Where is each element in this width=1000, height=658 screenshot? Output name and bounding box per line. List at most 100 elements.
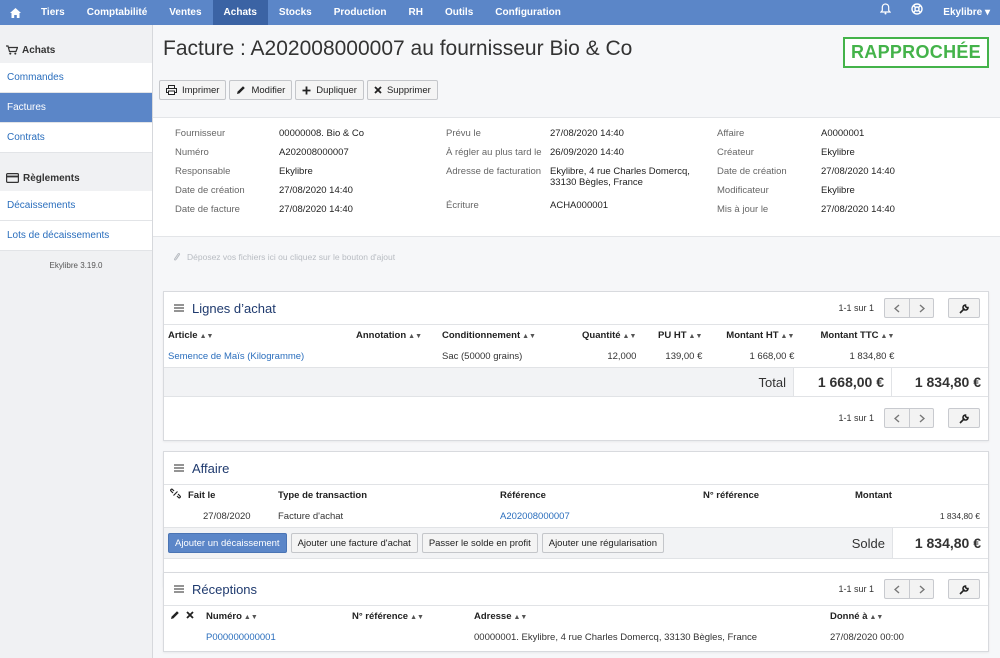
chevron-right-icon bbox=[919, 413, 925, 423]
sidebar-section-reglements: Règlements bbox=[0, 165, 152, 191]
add-regularisation-button[interactable]: Ajouter une régularisation bbox=[541, 533, 664, 553]
chevron-right-icon bbox=[919, 303, 925, 313]
affair-panel: Affaire Fait le Type de transaction Réfé… bbox=[163, 451, 989, 587]
settings-button[interactable] bbox=[948, 579, 980, 599]
sidebar-item-decaissements[interactable]: Décaissements bbox=[0, 191, 152, 221]
nav-item-configuration[interactable]: Configuration bbox=[484, 0, 572, 25]
ref-cell bbox=[352, 626, 474, 648]
field-label: Date de facture bbox=[175, 204, 240, 215]
file-dropzone[interactable]: Déposez vos fichiers ici ou cliquez sur … bbox=[173, 252, 395, 262]
delete-button[interactable]: Supprimer bbox=[366, 80, 438, 100]
reference-link[interactable]: A202008000007 bbox=[500, 505, 703, 527]
type-cell: Facture d'achat bbox=[278, 510, 344, 522]
top-nav: Tiers Comptabilité Ventes Achats Stocks … bbox=[0, 0, 1000, 25]
chevron-right-icon bbox=[919, 584, 925, 594]
next-page-button[interactable] bbox=[909, 580, 933, 598]
reception-number-link[interactable]: P000000000001 bbox=[206, 626, 352, 648]
address-line-2: 33130 Bègles, France bbox=[550, 177, 643, 188]
journal-entry-link[interactable]: ACHA000001 bbox=[550, 200, 608, 211]
balance-label: Solde bbox=[851, 535, 885, 551]
unit-price-cell: 139,00 € bbox=[665, 350, 703, 362]
nav-item-achats[interactable]: Achats bbox=[212, 0, 268, 25]
wrench-icon bbox=[958, 584, 969, 595]
pagination-info: 1-1 sur 1 bbox=[838, 303, 874, 313]
duplicate-button[interactable]: Dupliquer bbox=[295, 80, 364, 100]
nav-item-outils[interactable]: Outils bbox=[434, 0, 484, 25]
column-header[interactable]: Donné à ▲▼ bbox=[830, 606, 988, 626]
field-label: Fournisseur bbox=[175, 128, 226, 139]
pencil-icon[interactable] bbox=[170, 610, 180, 620]
supplier-link[interactable]: 00000008. Bio & Co bbox=[279, 128, 364, 139]
field-value: A202008000007 bbox=[279, 147, 349, 158]
chevron-left-icon bbox=[894, 303, 900, 313]
column-header[interactable]: N° référence ▲▼ bbox=[352, 606, 474, 626]
panel-header: Réceptions 1-1 sur 1 bbox=[164, 573, 988, 606]
affair-link[interactable]: A0000001 bbox=[821, 128, 864, 139]
amount-ttc-cell: 1 834,80 € bbox=[849, 350, 895, 362]
field-label: Écriture bbox=[446, 200, 479, 211]
column-header[interactable]: Annotation ▲▼ bbox=[356, 325, 442, 345]
field-value: 27/08/2020 14:40 bbox=[821, 166, 895, 177]
field-value: 27/08/2020 14:40 bbox=[550, 128, 624, 139]
column-header[interactable]: Adresse ▲▼ bbox=[474, 606, 830, 626]
settings-button[interactable] bbox=[948, 408, 980, 428]
next-page-button[interactable] bbox=[909, 299, 933, 317]
pagination-info: 1-1 sur 1 bbox=[838, 413, 874, 423]
edit-label: Modifier bbox=[251, 84, 286, 96]
settings-button[interactable] bbox=[948, 298, 980, 318]
pagination-bottom: 1-1 sur 1 bbox=[838, 408, 980, 428]
nav-item-stocks[interactable]: Stocks bbox=[268, 0, 323, 25]
user-menu[interactable]: Ekylibre ▾ bbox=[933, 0, 1000, 25]
affair-table: Fait le Type de transaction Référence N°… bbox=[164, 485, 988, 527]
help-button[interactable] bbox=[901, 0, 933, 25]
add-disbursement-button[interactable]: Ajouter un décaissement bbox=[168, 533, 287, 553]
column-header: N° référence bbox=[703, 489, 760, 501]
column-header[interactable]: Numéro ▲▼ bbox=[206, 606, 352, 626]
list-icon bbox=[174, 304, 184, 312]
print-button[interactable]: Imprimer bbox=[159, 80, 227, 100]
previous-page-button[interactable] bbox=[885, 299, 909, 317]
column-header[interactable]: PU HT ▲▼ bbox=[636, 325, 702, 345]
nav-item-tiers[interactable]: Tiers bbox=[30, 0, 76, 25]
amount-cell: 1 834,80 € bbox=[939, 511, 980, 521]
next-page-button[interactable] bbox=[909, 409, 933, 427]
column-header[interactable]: Montant TTC ▲▼ bbox=[794, 325, 894, 345]
nav-item-rh[interactable]: RH bbox=[397, 0, 433, 25]
close-icon[interactable] bbox=[186, 610, 194, 619]
column-header[interactable]: Quantité ▲▼ bbox=[582, 325, 636, 345]
nav-item-comptabilite[interactable]: Comptabilité bbox=[76, 0, 159, 25]
home-button[interactable] bbox=[0, 0, 30, 25]
delete-label: Supprimer bbox=[386, 84, 431, 96]
toolbar: Imprimer Modifier Dupliquer Supprimer bbox=[159, 80, 438, 100]
pagination: 1-1 sur 1 bbox=[838, 579, 980, 599]
write-off-balance-button[interactable]: Passer le solde en profit bbox=[421, 533, 538, 553]
sidebar-item-contrats[interactable]: Contrats bbox=[0, 123, 152, 153]
field-value: Ekylibre bbox=[821, 185, 855, 196]
previous-page-button[interactable] bbox=[885, 580, 909, 598]
cart-icon bbox=[6, 45, 18, 55]
sidebar-item-factures[interactable]: Factures bbox=[0, 93, 152, 123]
unlink-icon[interactable] bbox=[170, 488, 181, 499]
article-link[interactable]: Semence de Maïs (Kilogramme) bbox=[164, 345, 356, 367]
field-value: 27/08/2020 14:40 bbox=[821, 204, 895, 215]
panel-title: Réceptions bbox=[192, 581, 258, 597]
notifications-button[interactable] bbox=[870, 0, 901, 25]
column-header[interactable]: Conditionnement ▲▼ bbox=[442, 325, 582, 345]
pagination: 1-1 sur 1 bbox=[838, 298, 980, 318]
main-content: Facture : A202008000007 au fournisseur B… bbox=[153, 25, 1000, 658]
nav-item-ventes[interactable]: Ventes bbox=[158, 0, 212, 25]
balance-value: 1 834,80 € bbox=[892, 528, 988, 558]
quantity-cell: 12,000 bbox=[607, 350, 637, 362]
chevron-left-icon bbox=[894, 584, 900, 594]
sidebar-item-commandes[interactable]: Commandes bbox=[0, 63, 152, 93]
nav-item-production[interactable]: Production bbox=[323, 0, 398, 25]
previous-page-button[interactable] bbox=[885, 409, 909, 427]
field-label: Affaire bbox=[717, 128, 745, 139]
sidebar-item-lots-decaissements[interactable]: Lots de décaissements bbox=[0, 221, 152, 251]
status-badge: RAPPROCHÉE bbox=[842, 37, 989, 68]
add-purchase-invoice-button[interactable]: Ajouter une facture d'achat bbox=[290, 533, 418, 553]
column-header[interactable]: Montant HT ▲▼ bbox=[702, 325, 794, 345]
column-header[interactable]: Article ▲▼ bbox=[164, 325, 356, 345]
edit-button[interactable]: Modifier bbox=[229, 80, 293, 100]
field-label: Responsable bbox=[175, 166, 231, 177]
